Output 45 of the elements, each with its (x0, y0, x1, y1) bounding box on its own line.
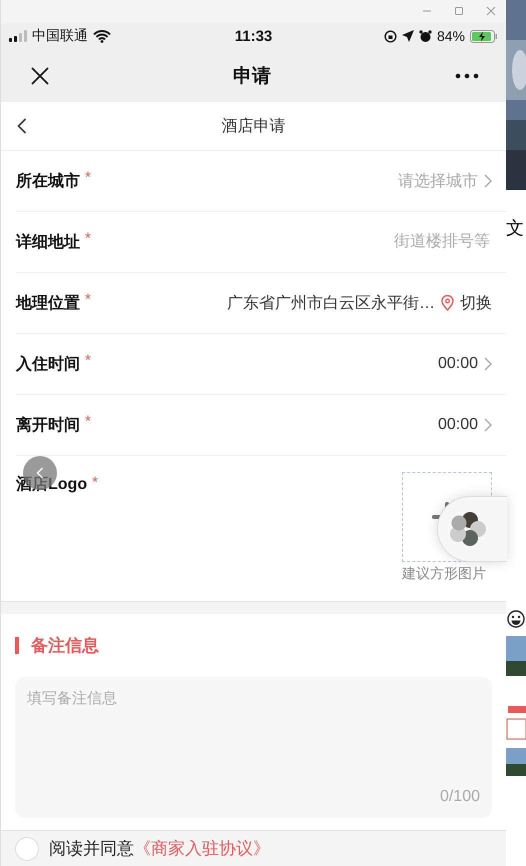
location-arrow-icon (402, 30, 414, 42)
required-mark: * (85, 352, 91, 369)
upload-hint: 建议方形图片 (402, 565, 486, 583)
page-title: 申请 (233, 65, 271, 89)
alarm-icon (418, 30, 432, 42)
battery-percent: 84% (436, 28, 465, 44)
more-icon[interactable] (455, 73, 479, 79)
required-mark: * (85, 169, 91, 186)
character-counter: 0/100 (440, 788, 480, 806)
field-label: 详细地址 (16, 232, 80, 252)
switch-link[interactable]: 切换 (460, 292, 492, 314)
field-value[interactable]: 00:00 (438, 355, 478, 373)
section-title: 酒店申请 (222, 116, 286, 136)
location-pin-icon[interactable] (441, 295, 454, 311)
field-label: 酒店Logo (16, 474, 88, 495)
field-value[interactable]: 00:00 (438, 416, 478, 434)
rotation-lock-icon (384, 30, 397, 42)
chevron-right-icon (484, 174, 492, 188)
field-label: 入住时间 (16, 354, 80, 374)
required-mark: * (85, 413, 91, 430)
field-label: 地理位置 (16, 294, 80, 314)
agree-checkbox[interactable] (15, 836, 39, 860)
required-mark: * (92, 474, 98, 491)
battery-charging-icon (470, 30, 498, 42)
smiley-icon (507, 610, 525, 628)
agreement-text: 阅读并同意 (49, 838, 134, 860)
carrier-text: 中国联通 (32, 27, 88, 45)
field-value: 广东省广州市白云区永平街… (227, 294, 435, 314)
pane-text: 文 (506, 217, 525, 240)
signal-icon (9, 30, 27, 42)
status-time: 11:33 (234, 28, 272, 44)
pinwheel-icon (448, 509, 488, 549)
shortcut-menu[interactable] (437, 496, 507, 562)
maximize-icon[interactable] (454, 6, 464, 16)
wifi-icon (93, 30, 111, 42)
required-mark: * (85, 291, 91, 308)
back-icon[interactable] (17, 118, 27, 134)
close-icon[interactable] (31, 67, 49, 85)
field-label: 所在城市 (16, 171, 80, 192)
required-mark: * (85, 230, 91, 247)
field-label: 离开时间 (16, 415, 80, 436)
section-heading: 备注信息 (31, 634, 99, 656)
accent-bar (15, 636, 19, 654)
chevron-right-icon (484, 357, 492, 371)
chevron-right-icon (484, 418, 492, 432)
